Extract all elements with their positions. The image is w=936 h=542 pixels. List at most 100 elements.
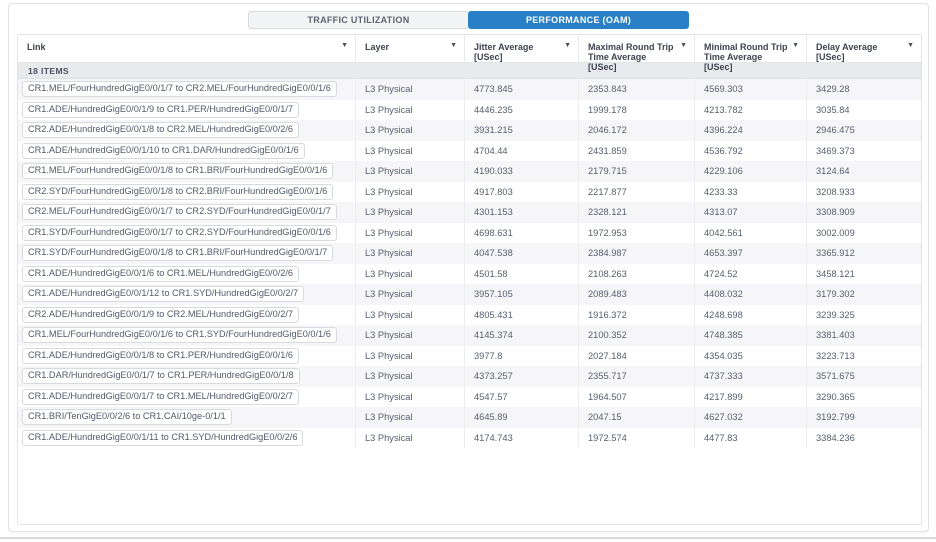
link-chip[interactable]: CR2.MEL/FourHundredGigE0/0/1/7 to CR2.SY… bbox=[22, 204, 337, 221]
jitter-average-cell: 4698.631 bbox=[465, 222, 579, 243]
link-chip[interactable]: CR1.ADE/HundredGigE0/0/1/8 to CR1.PER/Hu… bbox=[22, 347, 300, 364]
table-row[interactable]: CR2.ADE/HundredGigE0/0/1/8 to CR2.MEL/Hu… bbox=[18, 120, 921, 141]
minimal-round-trip-time-cell: 4396.224 bbox=[695, 120, 807, 141]
link-chip[interactable]: CR1.SYD/FourHundredGigE0/0/1/7 to CR2.SY… bbox=[22, 224, 337, 241]
table-row[interactable]: CR1.MEL/FourHundredGigE0/0/1/7 to CR2.ME… bbox=[18, 79, 921, 100]
maximal-round-trip-time-cell: 2179.715 bbox=[579, 161, 695, 182]
link-cell: CR1.ADE/HundredGigE0/0/1/12 to CR1.SYD/H… bbox=[18, 284, 356, 305]
table-row[interactable]: CR1.ADE/HundredGigE0/0/1/9 to CR1.PER/Hu… bbox=[18, 99, 921, 120]
minimal-round-trip-time-cell: 4313.07 bbox=[695, 202, 807, 223]
column-header-link[interactable]: Link ▼ bbox=[18, 35, 356, 72]
jitter-average-cell: 4501.58 bbox=[465, 263, 579, 284]
maximal-round-trip-time-cell: 2100.352 bbox=[579, 325, 695, 346]
column-header-maximal-round-trip-time[interactable]: Maximal Round Trip Time Average [USec] ▼ bbox=[579, 35, 695, 72]
table-row[interactable]: CR1.ADE/HundredGigE0/0/1/8 to CR1.PER/Hu… bbox=[18, 345, 921, 366]
maximal-round-trip-time-cell: 2384.987 bbox=[579, 243, 695, 264]
table-row[interactable]: CR1.SYD/FourHundredGigE0/0/1/7 to CR2.SY… bbox=[18, 222, 921, 243]
link-cell: CR1.SYD/FourHundredGigE0/0/1/8 to CR1.BR… bbox=[18, 243, 356, 264]
delay-average-cell: 2946.475 bbox=[816, 125, 855, 136]
link-cell: CR1.BRI/TenGigE0/0/2/6 to CR1.CAI/10ge-0… bbox=[18, 407, 356, 428]
table-row[interactable]: CR1.MEL/FourHundredGigE0/0/1/8 to CR1.BR… bbox=[18, 161, 921, 182]
link-chip[interactable]: CR1.MEL/FourHundredGigE0/0/1/7 to CR2.ME… bbox=[22, 81, 337, 98]
table-row[interactable]: CR2.MEL/FourHundredGigE0/0/1/7 to CR2.SY… bbox=[18, 202, 921, 223]
link-chip[interactable]: CR1.DAR/HundredGigE0/0/1/7 to CR1.PER/Hu… bbox=[22, 368, 300, 385]
link-chip[interactable]: CR1.ADE/HundredGigE0/0/1/7 to CR1.MEL/Hu… bbox=[22, 388, 300, 405]
column-header-delay-average[interactable]: Delay Average [USec] ▼ bbox=[807, 35, 921, 72]
layer-cell: L3 Physical bbox=[356, 181, 465, 202]
link-cell: CR2.ADE/HundredGigE0/0/1/9 to CR2.MEL/Hu… bbox=[18, 304, 356, 325]
maximal-round-trip-time-cell: 2046.172 bbox=[579, 120, 695, 141]
layer-cell: L3 Physical bbox=[356, 202, 465, 223]
link-chip[interactable]: CR1.MEL/FourHundredGigE0/0/1/8 to CR1.BR… bbox=[22, 163, 334, 180]
jitter-average-cell: 4190.033 bbox=[465, 161, 579, 182]
minimal-round-trip-time-cell: 4569.303 bbox=[695, 79, 807, 100]
delay-average-cell: 3571.675 bbox=[816, 371, 855, 382]
layer-cell: L3 Physical bbox=[356, 325, 465, 346]
delay-average-cell: 3308.909 bbox=[816, 207, 855, 218]
delay-average-cell: 3179.302 bbox=[816, 289, 855, 300]
table-row[interactable]: CR1.ADE/HundredGigE0/0/1/11 to CR1.SYD/H… bbox=[18, 427, 921, 448]
table-row[interactable]: CR1.SYD/FourHundredGigE0/0/1/8 to CR1.BR… bbox=[18, 243, 921, 264]
performance-table-card: Link ▼ Layer ▼ Jitter Average [USec] ▼ M… bbox=[17, 34, 922, 525]
link-chip[interactable]: CR2.SYD/FourHundredGigE0/0/1/8 to CR2.BR… bbox=[22, 183, 334, 200]
table-row[interactable]: CR1.BRI/TenGigE0/0/2/6 to CR1.CAI/10ge-0… bbox=[18, 407, 921, 428]
minimal-round-trip-time-cell: 4408.032 bbox=[695, 284, 807, 305]
delay-average-cell: 3458.121 bbox=[816, 268, 855, 279]
link-cell: CR1.MEL/FourHundredGigE0/0/1/7 to CR2.ME… bbox=[18, 79, 356, 100]
minimal-round-trip-time-cell: 4354.035 bbox=[695, 345, 807, 366]
chevron-down-icon[interactable]: ▼ bbox=[907, 42, 914, 50]
link-chip[interactable]: CR1.BRI/TenGigE0/0/2/6 to CR1.CAI/10ge-0… bbox=[22, 409, 232, 426]
table-header-row: Link ▼ Layer ▼ Jitter Average [USec] ▼ M… bbox=[18, 35, 921, 72]
jitter-average-cell: 4805.431 bbox=[465, 304, 579, 325]
chevron-down-icon[interactable]: ▼ bbox=[792, 42, 799, 50]
link-chip[interactable]: CR1.ADE/HundredGigE0/0/1/9 to CR1.PER/Hu… bbox=[22, 101, 300, 118]
jitter-average-cell: 4547.57 bbox=[465, 386, 579, 407]
maximal-round-trip-time-cell: 1916.372 bbox=[579, 304, 695, 325]
link-chip[interactable]: CR1.SYD/FourHundredGigE0/0/1/8 to CR1.BR… bbox=[22, 245, 334, 262]
delay-average-cell: 3192.799 bbox=[816, 412, 855, 423]
link-chip[interactable]: CR2.ADE/HundredGigE0/0/1/9 to CR2.MEL/Hu… bbox=[22, 306, 300, 323]
table-row[interactable]: CR1.ADE/HundredGigE0/0/1/6 to CR1.MEL/Hu… bbox=[18, 263, 921, 284]
link-cell: CR2.MEL/FourHundredGigE0/0/1/7 to CR2.SY… bbox=[18, 202, 356, 223]
maximal-round-trip-time-cell: 2108.263 bbox=[579, 263, 695, 284]
link-chip[interactable]: CR1.ADE/HundredGigE0/0/1/12 to CR1.SYD/H… bbox=[22, 286, 305, 303]
link-cell: CR2.ADE/HundredGigE0/0/1/8 to CR2.MEL/Hu… bbox=[18, 120, 356, 141]
table-row[interactable]: CR1.ADE/HundredGigE0/0/1/10 to CR1.DAR/H… bbox=[18, 140, 921, 161]
table-row[interactable]: CR1.ADE/HundredGigE0/0/1/12 to CR1.SYD/H… bbox=[18, 284, 921, 305]
layer-cell: L3 Physical bbox=[356, 161, 465, 182]
link-chip[interactable]: CR1.MEL/FourHundredGigE0/0/1/6 to CR1.SY… bbox=[22, 327, 337, 344]
link-chip[interactable]: CR1.ADE/HundredGigE0/0/1/10 to CR1.DAR/H… bbox=[22, 142, 305, 159]
column-header-jitter-average[interactable]: Jitter Average [USec] ▼ bbox=[465, 35, 579, 72]
tab-traffic-utilization[interactable]: TRAFFIC UTILIZATION bbox=[248, 11, 468, 29]
table-row[interactable]: CR1.MEL/FourHundredGigE0/0/1/6 to CR1.SY… bbox=[18, 325, 921, 346]
jitter-average-cell: 4446.235 bbox=[465, 99, 579, 120]
minimal-round-trip-time-cell: 4233.33 bbox=[695, 181, 807, 202]
maximal-round-trip-time-cell: 2328.121 bbox=[579, 202, 695, 223]
minimal-round-trip-time-cell: 4536.792 bbox=[695, 140, 807, 161]
layer-cell: L3 Physical bbox=[356, 79, 465, 100]
jitter-average-cell: 4645.89 bbox=[465, 407, 579, 428]
delay-average-cell: 3469.373 bbox=[816, 145, 855, 156]
chevron-down-icon[interactable]: ▼ bbox=[564, 42, 571, 50]
table-row[interactable]: CR1.ADE/HundredGigE0/0/1/7 to CR1.MEL/Hu… bbox=[18, 386, 921, 407]
table-row[interactable]: CR1.DAR/HundredGigE0/0/1/7 to CR1.PER/Hu… bbox=[18, 366, 921, 387]
link-chip[interactable]: CR2.ADE/HundredGigE0/0/1/8 to CR2.MEL/Hu… bbox=[22, 122, 300, 139]
table-body: CR1.MEL/FourHundredGigE0/0/1/7 to CR2.ME… bbox=[18, 79, 921, 448]
jitter-average-cell: 4301.153 bbox=[465, 202, 579, 223]
chevron-down-icon[interactable]: ▼ bbox=[450, 42, 457, 50]
delay-average-cell: 3002.009 bbox=[816, 227, 855, 238]
chevron-down-icon[interactable]: ▼ bbox=[680, 42, 687, 50]
minimal-round-trip-time-cell: 4724.52 bbox=[695, 263, 807, 284]
layer-cell: L3 Physical bbox=[356, 427, 465, 448]
link-chip[interactable]: CR1.ADE/HundredGigE0/0/1/6 to CR1.MEL/Hu… bbox=[22, 265, 300, 282]
table-row[interactable]: CR2.SYD/FourHundredGigE0/0/1/8 to CR2.BR… bbox=[18, 181, 921, 202]
maximal-round-trip-time-cell: 2355.717 bbox=[579, 366, 695, 387]
column-header-layer[interactable]: Layer ▼ bbox=[356, 35, 465, 72]
column-header-minimal-round-trip-time[interactable]: Minimal Round Trip Time Average [USec] ▼ bbox=[695, 35, 807, 72]
link-cell: CR1.ADE/HundredGigE0/0/1/11 to CR1.SYD/H… bbox=[18, 427, 356, 448]
link-chip[interactable]: CR1.ADE/HundredGigE0/0/1/11 to CR1.SYD/H… bbox=[22, 429, 304, 446]
table-row[interactable]: CR2.ADE/HundredGigE0/0/1/9 to CR2.MEL/Hu… bbox=[18, 304, 921, 325]
chevron-down-icon[interactable]: ▼ bbox=[341, 42, 348, 50]
layer-cell: L3 Physical bbox=[356, 284, 465, 305]
tab-performance-oam[interactable]: PERFORMANCE (OAM) bbox=[468, 11, 689, 29]
